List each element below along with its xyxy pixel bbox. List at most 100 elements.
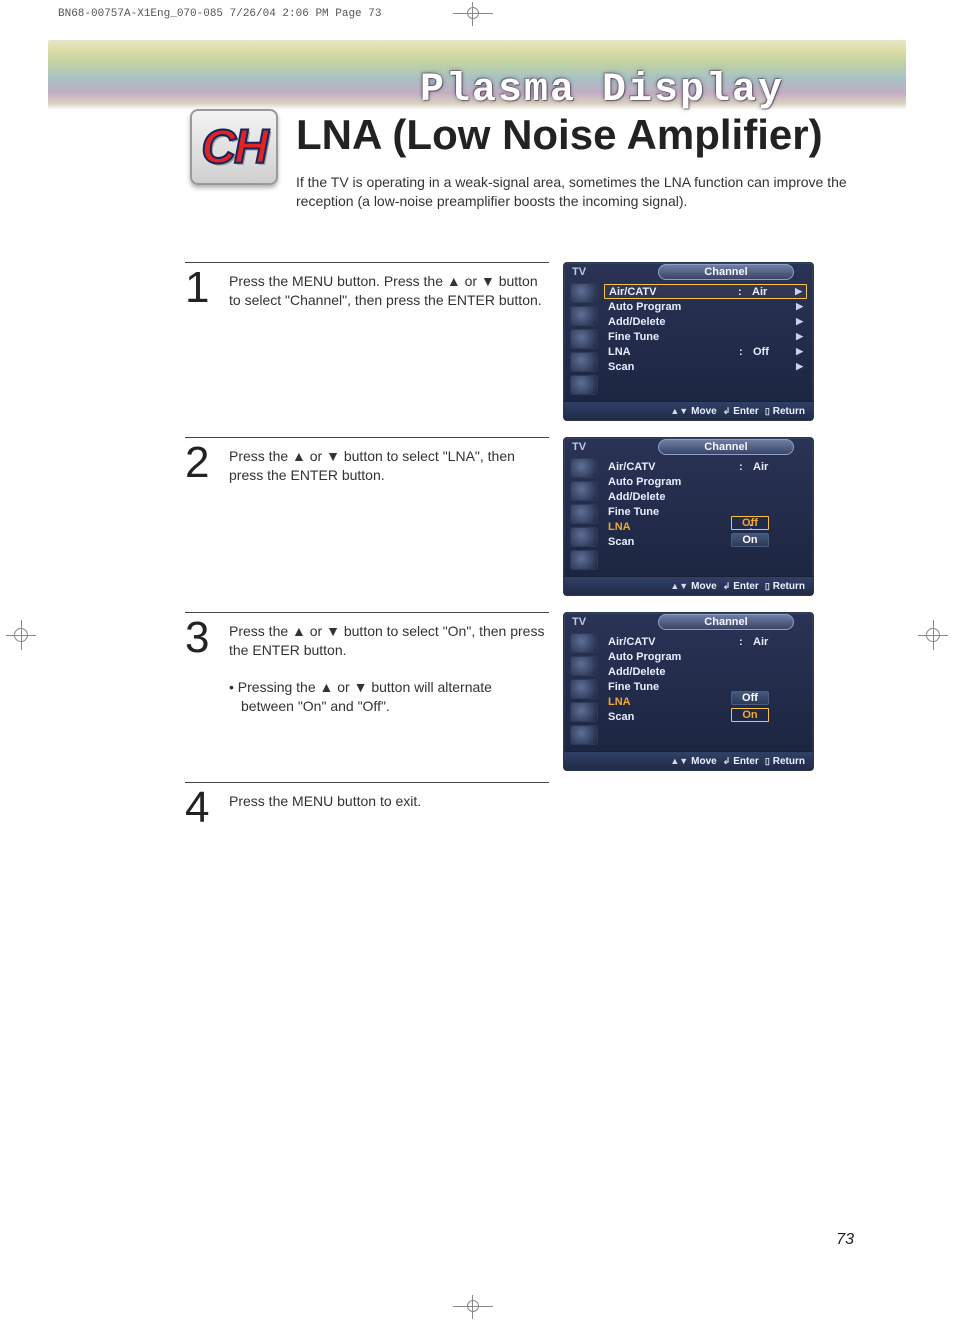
setup-icon: [570, 375, 598, 395]
osd-item-aircatv[interactable]: Air/CATV : Air: [604, 634, 807, 649]
sound-icon: [570, 702, 598, 722]
enter-hint: ↲Enter: [723, 756, 759, 767]
updown-icon: ▲▼: [670, 581, 688, 591]
move-hint: ▲▼Move: [670, 756, 716, 767]
picture-icon: [570, 329, 598, 349]
updown-icon: ▲▼: [670, 406, 688, 416]
return-hint: ▯Return: [765, 756, 805, 767]
osd-tab-channel: Channel: [658, 614, 794, 630]
osd-item-finetune[interactable]: Fine Tune: [604, 679, 807, 694]
lna-option-off[interactable]: Off: [731, 516, 769, 530]
channel-badge-text: CH: [201, 120, 266, 175]
page-intro: If the TV is operating in a weak-signal …: [296, 173, 856, 211]
osd-item-scan[interactable]: Scan: [604, 709, 807, 724]
osd-footer: ▲▼Move ↲Enter ▯Return: [564, 576, 813, 595]
osd-sidebar: [564, 631, 604, 753]
osd-item-adddel[interactable]: Add/Delete ▶: [604, 314, 807, 329]
chevron-right-icon: ▶: [793, 346, 803, 357]
banner-title: Plasma Display: [420, 68, 784, 113]
lna-option-on[interactable]: On: [731, 708, 769, 722]
move-hint: ▲▼Move: [670, 581, 716, 592]
osd-item-lna[interactable]: LNA : Off ▶: [604, 344, 807, 359]
step-text: Press the MENU button. Press the ▲ or ▼ …: [229, 262, 545, 421]
osd-item-autoprog[interactable]: Auto Program: [604, 649, 807, 664]
lna-option-off[interactable]: Off: [731, 691, 769, 705]
step-4: 4 Press the MENU button to exit.: [185, 782, 855, 828]
picture-icon: [570, 504, 598, 524]
osd-tab-channel: Channel: [658, 439, 794, 455]
return-icon: ▯: [765, 406, 770, 417]
crop-target-icon: [6, 620, 36, 650]
chevron-right-icon: ▶: [792, 286, 802, 297]
enter-icon: ↲: [723, 756, 731, 767]
return-hint: ▯Return: [765, 581, 805, 592]
step-text: Press the ▲ or ▼ button to select "On", …: [229, 612, 545, 771]
chevron-right-icon: ▶: [793, 301, 803, 312]
osd-footer: ▲▼Move ↲Enter ▯Return: [564, 751, 813, 770]
step-number: 2: [185, 437, 211, 596]
osd-list: Air/CATV : Air Auto Program Add/Delete F…: [604, 456, 813, 578]
tv-icon: [570, 458, 598, 478]
input-icon: [570, 656, 598, 676]
updown-icon: ▲▼: [670, 756, 688, 766]
channel-badge: CH: [190, 109, 278, 185]
setup-icon: [570, 550, 598, 570]
chevron-right-icon: ▶: [793, 316, 803, 327]
tv-icon: [570, 283, 598, 303]
osd-list: Air/CATV : Air Auto Program Add/Delete F…: [604, 631, 813, 753]
enter-hint: ↲Enter: [723, 581, 759, 592]
page-number: 73: [836, 1231, 854, 1249]
step-text: Press the ▲ or ▼ button to select "LNA",…: [229, 437, 545, 596]
osd-item-finetune[interactable]: Fine Tune: [604, 504, 807, 519]
osd-tv-label: TV: [568, 266, 608, 278]
osd-panel-3: TV Channel Air/CATV : Air Auto Program A…: [563, 612, 814, 771]
osd-item-lna[interactable]: LNA :: [604, 694, 807, 709]
enter-icon: ↲: [723, 581, 731, 592]
osd-panel-2: TV Channel Air/CATV : Air Auto Program A…: [563, 437, 814, 596]
crop-target-icon: [472, 1295, 484, 1319]
input-icon: [570, 481, 598, 501]
chevron-right-icon: ▶: [793, 331, 803, 342]
print-meta: BN68-00757A-X1Eng_070-085 7/26/04 2:06 P…: [58, 8, 381, 20]
step-3: 3 Press the ▲ or ▼ button to select "On"…: [185, 612, 855, 771]
step-number: 1: [185, 262, 211, 421]
enter-hint: ↲Enter: [723, 406, 759, 417]
osd-item-scan[interactable]: Scan ▶: [604, 359, 807, 374]
osd-item-aircatv[interactable]: Air/CATV : Air: [604, 459, 807, 474]
step-number: 4: [185, 782, 211, 828]
lna-options: Off On: [731, 691, 769, 722]
osd-item-autoprog[interactable]: Auto Program: [604, 474, 807, 489]
sound-icon: [570, 352, 598, 372]
sound-icon: [570, 527, 598, 547]
crop-target-icon: [918, 620, 948, 650]
return-icon: ▯: [765, 756, 770, 767]
step-bullet: • Pressing the ▲ or ▼ button will altern…: [229, 678, 545, 716]
osd-item-autoprog[interactable]: Auto Program ▶: [604, 299, 807, 314]
lna-option-on[interactable]: On: [731, 533, 769, 547]
chevron-right-icon: ▶: [793, 361, 803, 372]
osd-item-adddel[interactable]: Add/Delete: [604, 664, 807, 679]
osd-item-finetune[interactable]: Fine Tune ▶: [604, 329, 807, 344]
osd-item-aircatv[interactable]: Air/CATV : Air ▶: [604, 284, 807, 299]
return-hint: ▯Return: [765, 406, 805, 417]
osd-panel-1: TV Channel Air/CATV : Air ▶ Auto Program: [563, 262, 814, 421]
osd-list: Air/CATV : Air ▶ Auto Program ▶ Add/Dele…: [604, 281, 813, 403]
osd-item-lna[interactable]: LNA :: [604, 519, 807, 534]
osd-item-adddel[interactable]: Add/Delete: [604, 489, 807, 504]
move-hint: ▲▼Move: [670, 406, 716, 417]
step-1: 1 Press the MENU button. Press the ▲ or …: [185, 262, 855, 421]
osd-sidebar: [564, 456, 604, 578]
setup-icon: [570, 725, 598, 745]
osd-sidebar: [564, 281, 604, 403]
osd-tab-channel: Channel: [658, 264, 794, 280]
osd-footer: ▲▼Move ↲Enter ▯Return: [564, 401, 813, 420]
osd-tv-label: TV: [568, 441, 608, 453]
enter-icon: ↲: [723, 406, 731, 417]
osd-item-scan[interactable]: Scan: [604, 534, 807, 549]
input-icon: [570, 306, 598, 326]
lna-options: Off On: [731, 516, 769, 547]
step-number: 3: [185, 612, 211, 771]
osd-tv-label: TV: [568, 616, 608, 628]
tv-icon: [570, 633, 598, 653]
step-2: 2 Press the ▲ or ▼ button to select "LNA…: [185, 437, 855, 596]
